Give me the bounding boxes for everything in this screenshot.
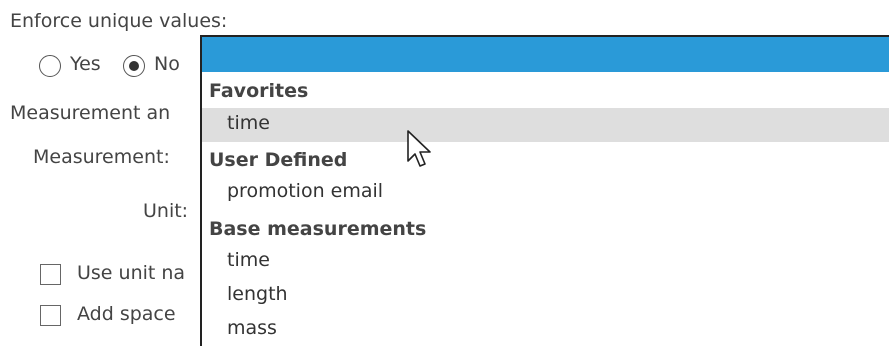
measurement-label: Measurement:	[33, 146, 170, 168]
group-base-measurements: Base measurements	[209, 218, 427, 240]
add-space-checkbox[interactable]	[40, 305, 61, 326]
radio-no[interactable]	[123, 55, 145, 77]
measurement-dropdown-list[interactable]: Favorites time User Defined promotion em…	[200, 35, 889, 346]
mouse-cursor-icon	[407, 130, 431, 167]
unit-label: Unit:	[143, 200, 189, 222]
radio-no-label: No	[154, 53, 180, 75]
use-unit-name-checkbox[interactable]	[40, 264, 61, 285]
radio-yes-label: Yes	[70, 53, 101, 75]
use-unit-name-label: Use unit na	[77, 262, 186, 284]
list-item-label: time	[227, 112, 270, 134]
radio-yes[interactable]	[39, 55, 61, 77]
list-item-base-time[interactable]: time	[202, 245, 889, 279]
list-item-favorites-time[interactable]: time	[202, 108, 889, 142]
measurement-section-label: Measurement an	[10, 102, 171, 124]
list-item-promotion-email[interactable]: promotion email	[202, 176, 889, 210]
list-item-label: promotion email	[227, 180, 384, 202]
dropdown-selected-header[interactable]	[202, 37, 889, 72]
list-item-mass[interactable]: mass	[202, 313, 889, 346]
list-item-label: length	[227, 283, 288, 305]
enforce-unique-label: Enforce unique values:	[10, 10, 228, 32]
add-space-label: Add space	[77, 303, 176, 325]
group-favorites: Favorites	[209, 80, 309, 102]
list-item-label: mass	[227, 317, 277, 339]
group-user-defined: User Defined	[209, 149, 348, 171]
list-item-label: time	[227, 249, 270, 271]
list-item-length[interactable]: length	[202, 279, 889, 313]
